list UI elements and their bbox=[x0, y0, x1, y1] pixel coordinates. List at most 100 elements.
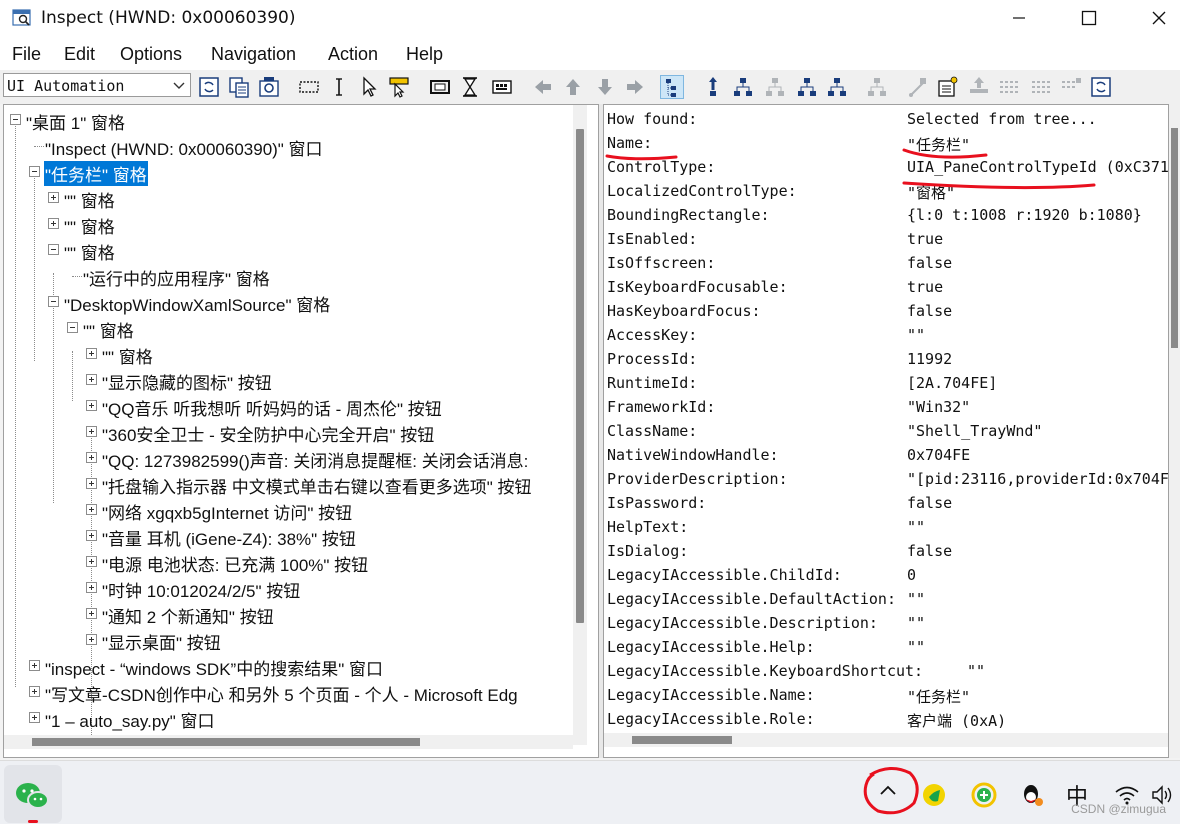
property-row[interactable]: LegacyIAccessible.DefaultAction: "" bbox=[607, 588, 1167, 612]
tree-item[interactable]: "" 窗格 bbox=[4, 212, 570, 237]
tree-item[interactable]: "360安全卫士 - 安全防护中心完全开启" 按钮 bbox=[4, 420, 570, 445]
navigate-disabled-icon[interactable] bbox=[865, 75, 889, 99]
security-360-tray-icon[interactable] bbox=[970, 781, 998, 809]
text-cursor-icon[interactable] bbox=[327, 75, 351, 99]
menu-options[interactable]: Options bbox=[120, 44, 182, 65]
tree-item[interactable]: "显示桌面" 按钮 bbox=[4, 628, 570, 653]
tree-item[interactable]: "任务栏" 窗格 bbox=[4, 160, 570, 186]
expand-icon[interactable] bbox=[86, 608, 97, 619]
qqmusic-tray-icon[interactable] bbox=[920, 781, 948, 809]
expand-icon[interactable] bbox=[86, 530, 97, 541]
collapse-icon[interactable] bbox=[29, 166, 40, 177]
tree-item[interactable]: "显示隐藏的图标" 按钮 bbox=[4, 368, 570, 393]
tree-item[interactable]: "时钟 10:012024/2/5" 按钮 bbox=[4, 576, 570, 601]
nav-down-icon[interactable] bbox=[593, 75, 617, 99]
export-icon[interactable] bbox=[967, 75, 991, 99]
refresh-icon[interactable] bbox=[197, 75, 221, 99]
menu-action[interactable]: Action bbox=[328, 44, 378, 65]
expand-icon[interactable] bbox=[86, 556, 97, 567]
properties-panel[interactable]: How found: Selected from tree... Name: "任务栏… bbox=[603, 104, 1169, 758]
expand-icon[interactable] bbox=[48, 218, 59, 229]
collapse-icon[interactable] bbox=[67, 322, 78, 333]
tree-item[interactable]: "写文章-CSDN创作中心 和另外 5 个页面 - 个人 - Microsoft… bbox=[4, 680, 570, 705]
tree-item[interactable]: "QQ音乐 听我想听 听妈妈的话 - 周杰伦" 按钮 bbox=[4, 394, 570, 419]
pointer-icon[interactable] bbox=[357, 75, 381, 99]
property-row[interactable]: ProviderDescription: "[pid:23116,provider… bbox=[607, 468, 1168, 492]
collapse-icon[interactable] bbox=[48, 244, 59, 255]
tree-item[interactable]: "inspect - “windows SDK”中的搜索结果" 窗口 bbox=[4, 654, 570, 679]
tree-item[interactable]: "通知 2 个新通知" 按钮 bbox=[4, 602, 570, 627]
tree-item[interactable]: "网络 xgqxb5gInternet 访问" 按钮 bbox=[4, 498, 570, 523]
copy-icon[interactable] bbox=[227, 75, 251, 99]
menu-navigation[interactable]: Navigation bbox=[211, 44, 296, 65]
tree-item[interactable]: "Inspect (HWND: 0x00060390)" 窗口 bbox=[4, 134, 570, 159]
element-tree[interactable]: "桌面 1" 窗格 "Inspect (HWND: 0x00060390)" 窗口… bbox=[3, 104, 599, 758]
navigate-tree-disabled-icon[interactable] bbox=[763, 75, 787, 99]
property-row[interactable]: ProcessId: 11992 bbox=[607, 348, 1167, 372]
property-row[interactable]: LegacyIAccessible.Description: "" bbox=[607, 612, 1167, 636]
property-row[interactable]: LegacyIAccessible.ChildId: 0 bbox=[607, 564, 1167, 588]
expand-icon[interactable] bbox=[86, 374, 97, 385]
collapse-icon[interactable] bbox=[10, 114, 21, 125]
property-row[interactable]: IsEnabled: true bbox=[607, 228, 1167, 252]
tree-item[interactable]: "" 窗格 bbox=[4, 238, 570, 263]
properties-vertical-scrollbar[interactable] bbox=[1169, 104, 1180, 758]
tree-item[interactable]: "1 – auto_say.py" 窗口 bbox=[4, 706, 570, 731]
tree-item[interactable]: "桌面 1" 窗格 bbox=[4, 108, 570, 133]
expand-icon[interactable] bbox=[86, 478, 97, 489]
qq-tray-icon[interactable] bbox=[1018, 781, 1046, 809]
tree-vertical-scroll-thumb[interactable] bbox=[576, 129, 584, 623]
navigate-parent-icon[interactable] bbox=[701, 75, 725, 99]
tree-item[interactable]: "" 窗格 bbox=[4, 316, 570, 341]
list-disabled-icon[interactable] bbox=[997, 75, 1021, 99]
tree-item[interactable]: "电源 电池状态: 已充满 100%" 按钮 bbox=[4, 550, 570, 575]
property-row[interactable]: HelpText: "" bbox=[607, 516, 1167, 540]
expand-icon[interactable] bbox=[86, 400, 97, 411]
expand-icon[interactable] bbox=[86, 348, 97, 359]
tree-vertical-scrollbar[interactable] bbox=[573, 105, 587, 745]
expand-icon[interactable] bbox=[86, 504, 97, 515]
hourglass-icon[interactable] bbox=[458, 75, 482, 99]
expand-icon[interactable] bbox=[29, 660, 40, 671]
expand-icon[interactable] bbox=[86, 582, 97, 593]
expand-icon[interactable] bbox=[86, 426, 97, 437]
tree-item[interactable]: "DesktopWindowXamlSource" 窗格 bbox=[4, 290, 570, 315]
maximize-button[interactable] bbox=[1066, 0, 1112, 36]
property-row[interactable]: LegacyIAccessible.Name: "任务栏" bbox=[607, 684, 1167, 708]
nav-up-icon[interactable] bbox=[561, 75, 585, 99]
properties-horizontal-scrollbar[interactable] bbox=[604, 733, 1168, 747]
tree-horizontal-scrollbar[interactable] bbox=[4, 735, 573, 749]
nav-back-icon[interactable] bbox=[531, 75, 555, 99]
list-collapse-icon[interactable] bbox=[1059, 75, 1083, 99]
caret-tracking-icon[interactable] bbox=[490, 75, 514, 99]
collapse-icon[interactable] bbox=[48, 296, 59, 307]
menu-file[interactable]: File bbox=[12, 44, 41, 65]
rectangle-highlight-icon[interactable] bbox=[297, 75, 321, 99]
show-highlight-rectangle-icon[interactable] bbox=[428, 75, 452, 99]
close-button[interactable] bbox=[1136, 0, 1180, 36]
property-row[interactable]: IsDialog: false bbox=[607, 540, 1167, 564]
wechat-taskbar-button[interactable] bbox=[4, 765, 62, 823]
expand-icon[interactable] bbox=[48, 192, 59, 203]
property-row[interactable]: FrameworkId: "Win32" bbox=[607, 396, 1167, 420]
property-row[interactable]: LegacyIAccessible.Role: 客户端 (0xA) bbox=[607, 708, 1167, 732]
property-row[interactable]: LegacyIAccessible.Help: "" bbox=[607, 636, 1167, 660]
tree-item[interactable]: "" 窗格 bbox=[4, 342, 570, 367]
property-row[interactable]: NativeWindowHandle: 0x704FE bbox=[607, 444, 1167, 468]
tree-item[interactable]: "音量 耳机 (iGene-Z4): 38%" 按钮 bbox=[4, 524, 570, 549]
mode-select[interactable]: UI Automation bbox=[3, 73, 191, 97]
property-row[interactable]: LegacyIAccessible.KeyboardShortcut: "" bbox=[607, 660, 1167, 684]
property-row[interactable]: ClassName: "Shell_TrayWnd" bbox=[607, 420, 1167, 444]
properties-horizontal-scroll-thumb[interactable] bbox=[632, 736, 732, 744]
focus-tracking-icon[interactable] bbox=[387, 75, 411, 99]
property-row[interactable]: IsOffscreen: false bbox=[607, 252, 1167, 276]
pattern-invoke-icon[interactable] bbox=[905, 75, 929, 99]
expand-icon[interactable] bbox=[86, 452, 97, 463]
menu-edit[interactable]: Edit bbox=[64, 44, 95, 65]
expand-icon[interactable] bbox=[29, 686, 40, 697]
tree-horizontal-scroll-thumb[interactable] bbox=[32, 738, 420, 746]
properties-vertical-scroll-thumb[interactable] bbox=[1171, 128, 1178, 348]
navigate-last-child-icon[interactable] bbox=[825, 75, 849, 99]
property-row[interactable]: IsPassword: false bbox=[607, 492, 1167, 516]
minimize-button[interactable] bbox=[996, 0, 1042, 36]
